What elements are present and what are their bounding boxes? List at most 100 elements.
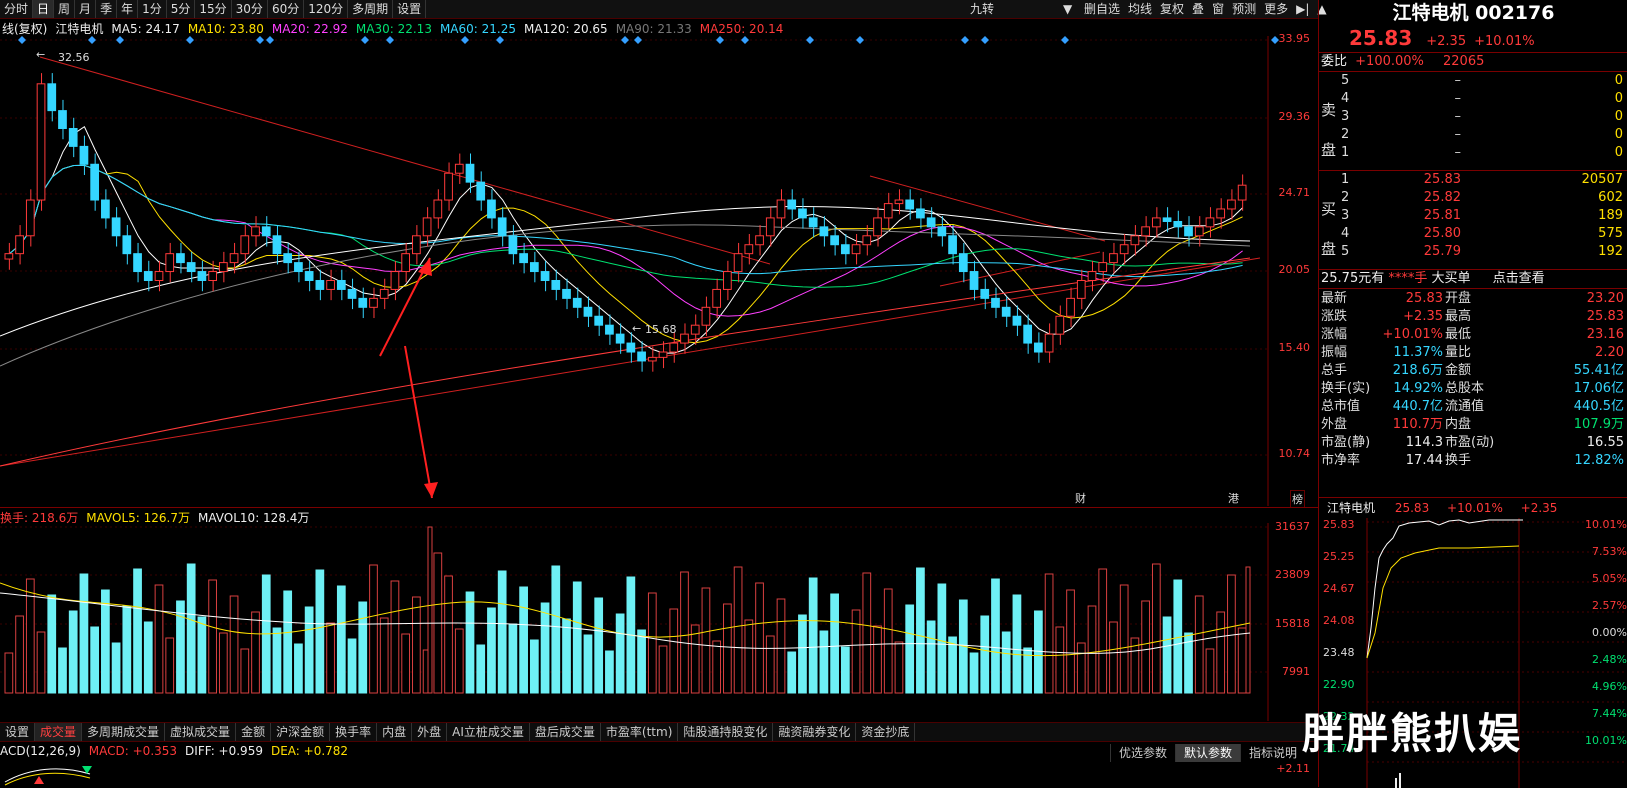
tab-year[interactable]: 年	[117, 0, 139, 18]
candlestick-chart[interactable]: ← ←	[0, 36, 1318, 506]
volume-bar	[937, 583, 947, 694]
tab-ai-volume[interactable]: AI立桩成交量	[447, 723, 530, 741]
tab-inner[interactable]: 内盘	[377, 723, 413, 741]
candle	[605, 324, 614, 335]
candle	[819, 226, 829, 237]
rank-tag[interactable]: 榜	[1290, 490, 1305, 508]
tab-1min[interactable]: 1分	[138, 0, 167, 18]
tab-multi-volume[interactable]: 多周期成交量	[82, 723, 166, 741]
volume-chart[interactable]	[0, 523, 1318, 721]
sell-level: 2	[1341, 127, 1350, 142]
sell-row[interactable]: 1 – 0	[1341, 144, 1627, 162]
volume-bar	[465, 591, 475, 694]
stat-label: 开盘	[1445, 291, 1472, 306]
mini-chg: +2.35	[1520, 501, 1558, 515]
sell-price: –	[1454, 145, 1462, 160]
more-button[interactable]: 更多	[1260, 0, 1292, 18]
stat-value: 25.83	[1405, 291, 1443, 306]
tab-virtual-volume[interactable]: 虚拟成交量	[165, 723, 237, 741]
tab-quarter[interactable]: 季	[96, 0, 118, 18]
tab-5min[interactable]: 5分	[167, 0, 196, 18]
tab-volume[interactable]: 成交量	[35, 723, 83, 741]
tab-turnover-rate[interactable]: 换手率	[330, 723, 378, 741]
sell-row[interactable]: 2 – 0	[1341, 126, 1627, 144]
volume-spike-bar	[427, 526, 433, 694]
candle	[776, 199, 786, 219]
stat-value: 25.83	[1586, 309, 1624, 324]
forecast-button[interactable]: 预测	[1228, 0, 1260, 18]
tab-intraday[interactable]: 分时	[0, 0, 34, 18]
tab-month[interactable]: 月	[75, 0, 97, 18]
tab-15min[interactable]: 15分	[195, 0, 232, 18]
tab-120min[interactable]: 120分	[304, 0, 349, 18]
tab-multi-period[interactable]: 多周期	[348, 0, 394, 18]
big-order-bar[interactable]: 25.75元有 ****手 大买单 点击查看	[1319, 269, 1627, 288]
volume-bar	[4, 652, 14, 694]
window-button[interactable]: 窗	[1208, 0, 1228, 18]
candle	[165, 253, 175, 273]
candle	[272, 235, 282, 255]
volume-bar	[487, 607, 496, 694]
tab-60min[interactable]: 60分	[268, 0, 305, 18]
tab-amount[interactable]: 金额	[236, 723, 272, 741]
stat-row: 总手 218.6万 金额 55.41亿	[1319, 362, 1627, 380]
tab-week[interactable]: 周	[54, 0, 76, 18]
candle	[251, 226, 260, 237]
buy-row[interactable]: 5 25.79 192	[1341, 243, 1627, 261]
tab-bottom-fishing[interactable]: 资金抄底	[856, 723, 916, 741]
tab-margin[interactable]: 融资融券变化	[773, 723, 857, 741]
volume-bar	[58, 647, 67, 694]
tab-pe-ttm[interactable]: 市盈率(ttm)	[601, 723, 679, 741]
view-big-order-link[interactable]: 点击查看	[1493, 271, 1545, 286]
signal-diamond	[186, 36, 194, 44]
tab-sh-sz-amount[interactable]: 沪深金额	[271, 723, 331, 741]
candle	[615, 333, 625, 344]
volume-bar	[744, 619, 754, 694]
tab-30min[interactable]: 30分	[232, 0, 268, 18]
volume-bar	[926, 620, 936, 694]
buy-row[interactable]: 4 25.80 575	[1341, 225, 1627, 243]
expand-icon[interactable]: ▶|	[1292, 0, 1313, 18]
sell-row[interactable]: 5 – 0	[1341, 72, 1627, 90]
indicator-help-button[interactable]: 指标说明	[1240, 744, 1305, 762]
candle	[529, 262, 539, 273]
ma-button[interactable]: 均线	[1124, 0, 1156, 18]
tab-hk-connect[interactable]: 陆股通持股变化	[678, 723, 774, 741]
volume-bar	[1012, 594, 1022, 694]
volume-bar	[347, 638, 357, 694]
signal-diamond	[716, 36, 724, 44]
sell-row[interactable]: 3 – 0	[1341, 108, 1627, 126]
candle	[379, 288, 389, 299]
buy-book: 买盘 1 25.83 20507 2 25.82 602 3 25.81 189 4 25.80 57…	[1319, 170, 1627, 269]
tab-day[interactable]: 日	[33, 0, 55, 18]
candle	[562, 288, 571, 299]
default-params-button[interactable]: 默认参数	[1175, 744, 1241, 762]
candle	[969, 271, 979, 290]
buy-row[interactable]: 3 25.81 189	[1341, 207, 1627, 225]
nine-turn-label[interactable]: 九转	[970, 0, 994, 18]
tab-after-hours[interactable]: 盘后成交量	[530, 723, 601, 741]
candle	[701, 306, 711, 326]
adjust-button[interactable]: 复权	[1156, 0, 1188, 18]
nine-turn-dropdown-icon[interactable]: ▼	[1063, 0, 1072, 18]
tab-settings[interactable]: 设置	[393, 0, 427, 18]
sell-price: –	[1454, 91, 1462, 106]
candle	[218, 262, 228, 273]
overlay-button[interactable]: 叠	[1188, 0, 1208, 18]
volume-bar	[894, 641, 904, 694]
candle	[1184, 226, 1193, 237]
buy-row[interactable]: 2 25.82 602	[1341, 189, 1627, 207]
hk-tag[interactable]: 港	[1228, 490, 1239, 506]
volume-tick: 15818	[1275, 617, 1310, 630]
buy-row[interactable]: 1 25.83 20507	[1341, 171, 1627, 189]
tab-settings-indicator[interactable]: 设置	[0, 723, 36, 741]
price-tick: 15.40	[1278, 341, 1311, 354]
optimal-params-button[interactable]: 优选参数	[1110, 744, 1175, 762]
remove-watchlist-button[interactable]: 删自选	[1080, 0, 1124, 18]
candle	[36, 83, 46, 201]
sell-row[interactable]: 4 – 0	[1341, 90, 1627, 108]
volume-bar	[1066, 589, 1075, 694]
finance-tag[interactable]: 财	[1075, 490, 1086, 506]
tab-outer[interactable]: 外盘	[412, 723, 448, 741]
candle	[412, 235, 421, 255]
